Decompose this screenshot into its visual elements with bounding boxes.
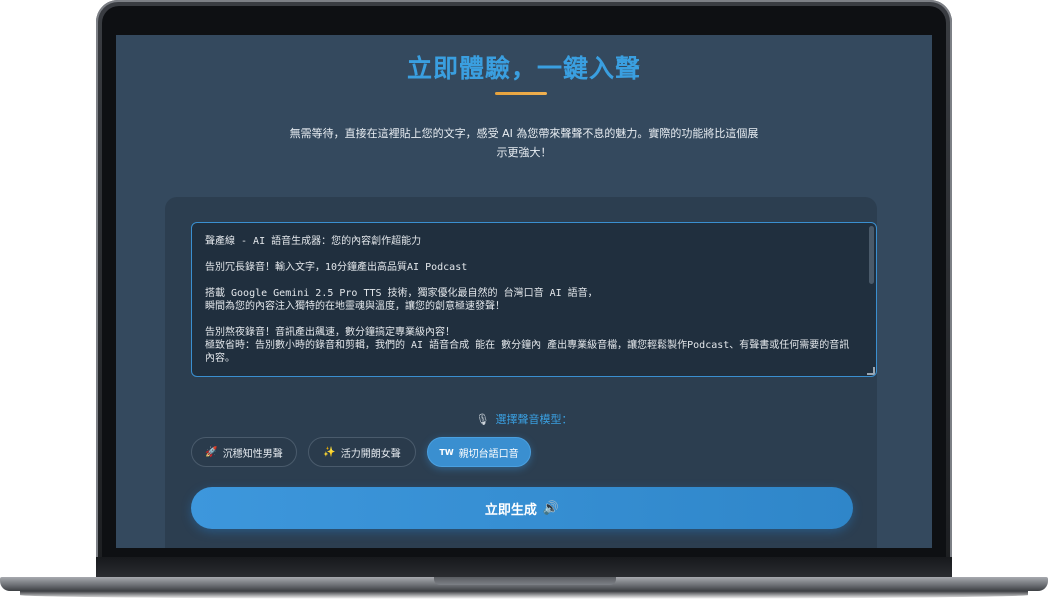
- laptop-hinge: [96, 557, 952, 577]
- voice-option-calm-male[interactable]: 🚀 沉穩知性男聲: [191, 437, 297, 467]
- laptop-shadow: [20, 591, 1028, 599]
- taiwan-flag-icon: TW: [439, 447, 454, 457]
- page-title: 立即體驗，一鍵入聲: [406, 54, 641, 83]
- voice-option-label: 沉穩知性男聲: [222, 448, 283, 460]
- text-input-area[interactable]: 聲產線 - AI 語音生成器：您的內容創作超能力 告別冗長錄音！輸入文字，10分…: [191, 222, 877, 377]
- title-underline: [495, 92, 547, 95]
- voice-model-label: 🎙 選擇聲音模型：: [116, 411, 932, 427]
- voice-option-label: 活力開朗女聲: [340, 448, 401, 460]
- voice-model-label-text: 選擇聲音模型：: [495, 413, 573, 426]
- editor-line: 聲產線 - AI 語音生成器：您的內容創作超能力: [205, 236, 422, 247]
- editor-line: 告別熬夜錄音！音訊產出飆速，數分鐘搞定專業級內容！: [205, 327, 455, 338]
- voice-option-energetic-female[interactable]: ✨ 活力開朗女聲: [308, 437, 416, 467]
- laptop-notch: [434, 577, 616, 585]
- voice-option-label: 親切台語口音: [458, 448, 519, 460]
- resize-handle[interactable]: [867, 367, 875, 375]
- editor-line: 搭載 Google Gemini 2.5 Pro TTS 技術，獨家優化最自然的…: [205, 288, 598, 299]
- rocket-icon: 🚀: [205, 446, 218, 458]
- sparkles-icon: ✨: [323, 446, 336, 458]
- page-description: 無需等待，直接在這裡貼上您的文字，感受 AI 為您帶來聲聲不息的魅力。實際的功能…: [289, 127, 759, 159]
- speaker-icon: 🔊: [542, 500, 560, 516]
- editor-scrollbar[interactable]: [869, 226, 874, 284]
- editor-line: 告別冗長錄音！輸入文字，10分鐘產出高品質AI Podcast: [205, 262, 468, 273]
- generate-button-label: 立即生成: [484, 502, 537, 518]
- editor-line: 瞬間為您的內容注入獨特的在地靈魂與溫度，讓您的創意極速發聲！: [205, 301, 505, 312]
- editor-line: 極致省時：告別數小時的錄音和剪輯，我們的 AI 語音合成 能在 數分鐘內 產出專…: [205, 340, 850, 364]
- voice-option-taiwanese[interactable]: TW 親切台語口音: [427, 437, 531, 467]
- laptop-screen: 立即體驗，一鍵入聲 無需等待，直接在這裡貼上您的文字，感受 AI 為您帶來聲聲不…: [116, 35, 932, 548]
- generate-button[interactable]: 立即生成 🔊: [191, 487, 853, 529]
- microphone-icon: 🎙: [475, 413, 490, 426]
